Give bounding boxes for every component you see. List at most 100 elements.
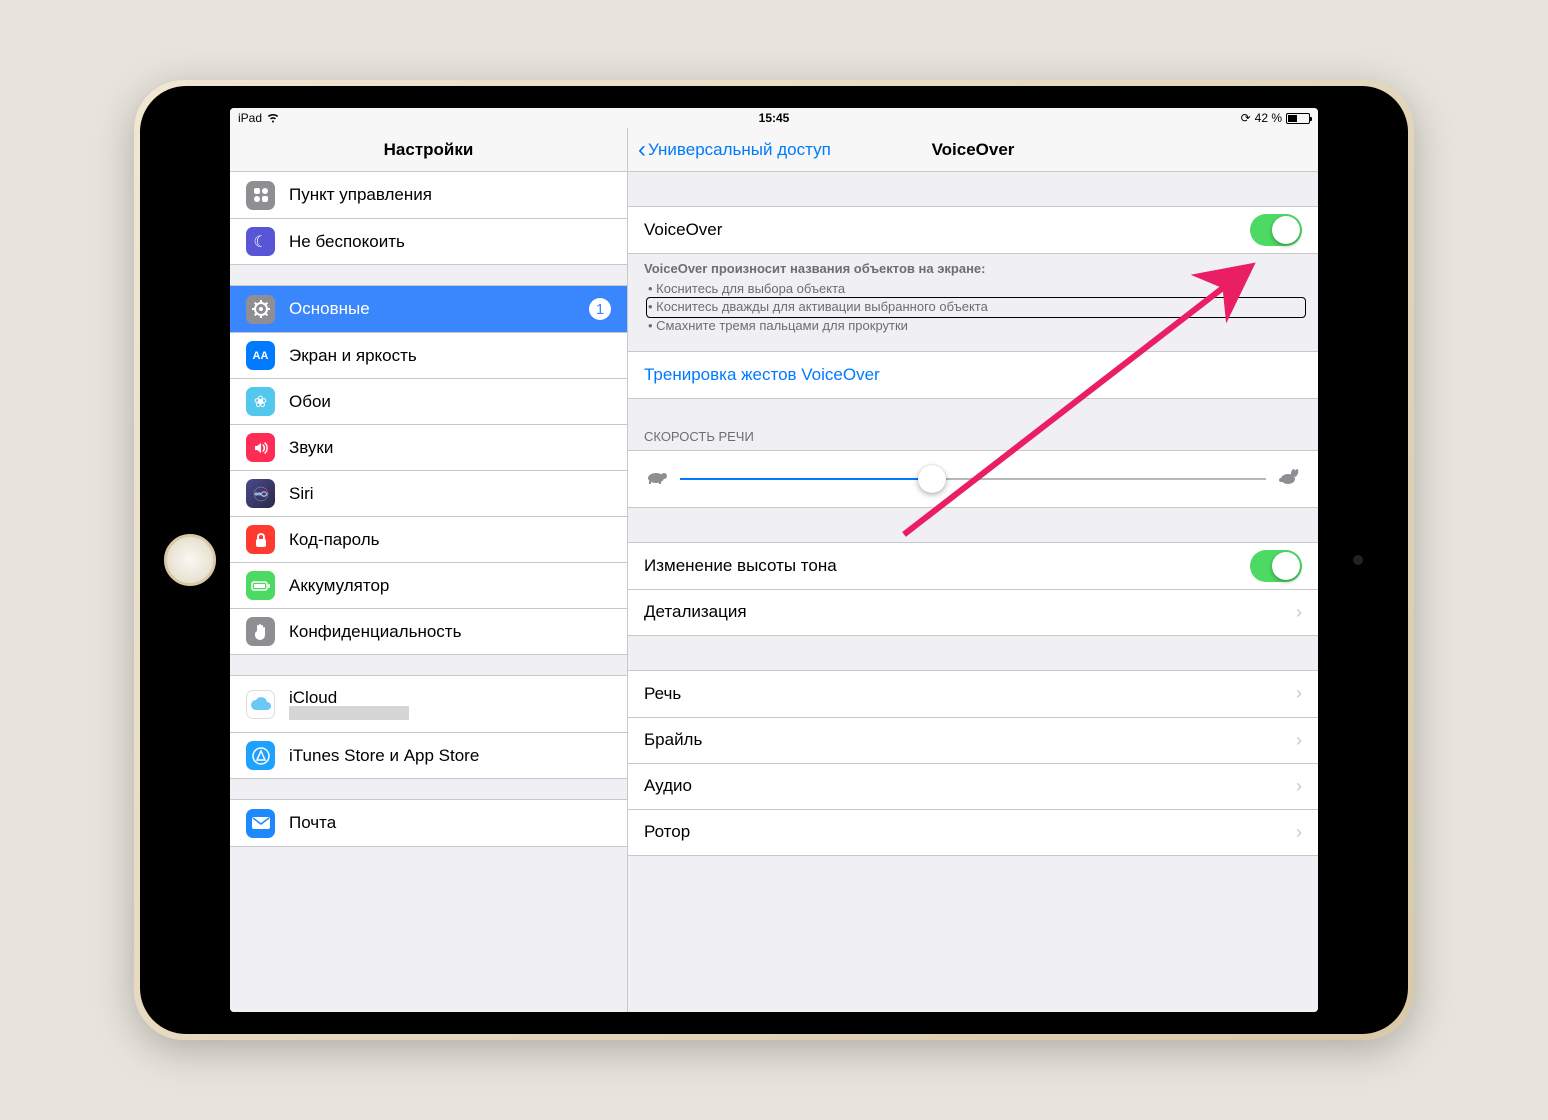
desc-title: VoiceOver произносит названия объектов н… (644, 260, 1302, 278)
sidebar-item-label: Пункт управления (289, 185, 611, 205)
sidebar-item-label: Не беспокоить (289, 232, 611, 252)
display-icon: AA (246, 341, 275, 370)
desc-bullet: Коснитесь для выбора объекта (648, 280, 1302, 298)
sidebar-item-passcode[interactable]: Код-пароль (230, 516, 627, 562)
audio-cell[interactable]: Аудио › (628, 763, 1318, 809)
sidebar-item-icloud[interactable]: iCloud (230, 676, 627, 732)
practice-label: Тренировка жестов VoiceOver (644, 365, 1302, 385)
sidebar-item-privacy[interactable]: Конфиденциальность (230, 608, 627, 654)
desc-bullet: Смахните тремя пальцами для прокрутки (648, 317, 1302, 335)
chevron-right-icon: › (1296, 776, 1302, 797)
sidebar-item-label: Звуки (289, 438, 611, 458)
device-label: iPad (238, 111, 262, 125)
chevron-right-icon: › (1296, 602, 1302, 623)
back-button[interactable]: ‹ Универсальный доступ (638, 138, 831, 162)
pitch-toggle-cell[interactable]: Изменение высоты тона (628, 543, 1318, 589)
rotor-label: Ротор (644, 822, 1296, 842)
wifi-icon (266, 113, 280, 123)
status-bar: iPad 15:45 ⟳ 42 % (230, 108, 1318, 128)
sidebar-item-control-center[interactable]: Пункт управления (230, 172, 627, 218)
turtle-icon (644, 468, 668, 489)
back-label: Универсальный доступ (648, 140, 831, 160)
speech-label: Речь (644, 684, 1296, 704)
settings-sidebar: Настройки Пункт управления ☾ (230, 128, 628, 1012)
badge-count: 1 (589, 298, 611, 320)
ipad-bezel: iPad 15:45 ⟳ 42 % Настройки (140, 86, 1408, 1034)
braille-cell[interactable]: Брайль › (628, 717, 1318, 763)
sidebar-item-battery[interactable]: Аккумулятор (230, 562, 627, 608)
chevron-left-icon: ‹ (638, 138, 646, 162)
practice-gestures-cell[interactable]: Тренировка жестов VoiceOver (628, 352, 1318, 398)
cloud-icon (246, 690, 275, 719)
detail-body[interactable]: VoiceOver VoiceOver произносит названия … (628, 172, 1318, 1012)
voiceover-switch[interactable] (1250, 214, 1302, 246)
speaker-icon (246, 433, 275, 462)
pitch-group: Изменение высоты тона Детализация › (628, 542, 1318, 636)
chevron-right-icon: › (1296, 730, 1302, 751)
voiceover-toggle-group: VoiceOver (628, 206, 1318, 254)
sidebar-item-siri[interactable]: Siri (230, 470, 627, 516)
sidebar-item-mail[interactable]: Почта (230, 800, 627, 846)
sidebar-title: Настройки (230, 128, 627, 172)
screen: iPad 15:45 ⟳ 42 % Настройки (230, 108, 1318, 1012)
verbosity-cell[interactable]: Детализация › (628, 589, 1318, 635)
rotation-lock-icon: ⟳ (1241, 111, 1251, 125)
sidebar-item-label: Конфиденциальность (289, 622, 611, 642)
battery-icon (1286, 113, 1310, 124)
sidebar-item-label: Почта (289, 813, 611, 833)
battery-percent: 42 % (1255, 111, 1282, 125)
rabbit-icon (1278, 467, 1302, 490)
chevron-right-icon: › (1296, 683, 1302, 704)
slider-thumb[interactable] (918, 465, 946, 493)
sidebar-list[interactable]: Пункт управления ☾ Не беспокоить (230, 172, 627, 1012)
sidebar-item-label: Аккумулятор (289, 576, 611, 596)
status-left: iPad (238, 111, 280, 125)
mail-icon (246, 809, 275, 838)
speaking-rate-cell (628, 451, 1318, 507)
speech-cell[interactable]: Речь › (628, 671, 1318, 717)
sidebar-item-sounds[interactable]: Звуки (230, 424, 627, 470)
front-camera (1353, 555, 1363, 565)
home-button[interactable] (164, 534, 216, 586)
voiceover-description: VoiceOver произносит названия объектов н… (628, 254, 1318, 337)
pitch-switch[interactable] (1250, 550, 1302, 582)
sidebar-item-label: Код-пароль (289, 530, 611, 550)
desc-bullet-text: Коснитесь дважды для активации выбранног… (656, 299, 988, 314)
sidebar-item-label: Siri (289, 484, 611, 504)
status-right: ⟳ 42 % (1241, 111, 1310, 125)
practice-group: Тренировка жестов VoiceOver (628, 351, 1318, 399)
rotor-cell[interactable]: Ротор › (628, 809, 1318, 855)
desc-bullet-highlighted: Коснитесь дважды для активации выбранног… (648, 298, 1302, 316)
nav-group: Речь › Брайль › Аудио › (628, 670, 1318, 856)
sidebar-group-1: Пункт управления ☾ Не беспокоить (230, 172, 627, 265)
sidebar-item-label: Обои (289, 392, 611, 412)
sidebar-group-2: Основные 1 AA Экран и яркость ❀ Обои (230, 285, 627, 655)
flower-icon: ❀ (246, 387, 275, 416)
detail-pane: ‹ Универсальный доступ VoiceOver VoiceOv… (628, 128, 1318, 1012)
sidebar-item-label: Основные (289, 299, 589, 319)
voiceover-toggle-cell[interactable]: VoiceOver (628, 207, 1318, 253)
icloud-account-redacted (289, 706, 409, 720)
moon-icon: ☾ (246, 227, 275, 256)
control-center-icon (246, 181, 275, 210)
appstore-icon (246, 741, 275, 770)
sidebar-item-general[interactable]: Основные 1 (230, 286, 627, 332)
audio-label: Аудио (644, 776, 1296, 796)
braille-label: Брайль (644, 730, 1296, 750)
sidebar-item-wallpaper[interactable]: ❀ Обои (230, 378, 627, 424)
status-time: 15:45 (230, 111, 1318, 125)
voiceover-label: VoiceOver (644, 220, 1250, 240)
siri-icon (246, 479, 275, 508)
hand-icon (246, 617, 275, 646)
sidebar-item-label: iTunes Store и App Store (289, 746, 611, 766)
speed-group (628, 450, 1318, 508)
chevron-right-icon: › (1296, 822, 1302, 843)
sidebar-item-itunes[interactable]: iTunes Store и App Store (230, 732, 627, 778)
sidebar-item-display[interactable]: AA Экран и яркость (230, 332, 627, 378)
gear-icon (246, 295, 275, 324)
speed-header: СКОРОСТЬ РЕЧИ (628, 423, 1318, 450)
speaking-rate-slider[interactable] (680, 464, 1266, 494)
sidebar-item-dnd[interactable]: ☾ Не беспокоить (230, 218, 627, 264)
sidebar-group-3: iCloud iTunes Store и App Store (230, 675, 627, 779)
battery-icon (246, 571, 275, 600)
